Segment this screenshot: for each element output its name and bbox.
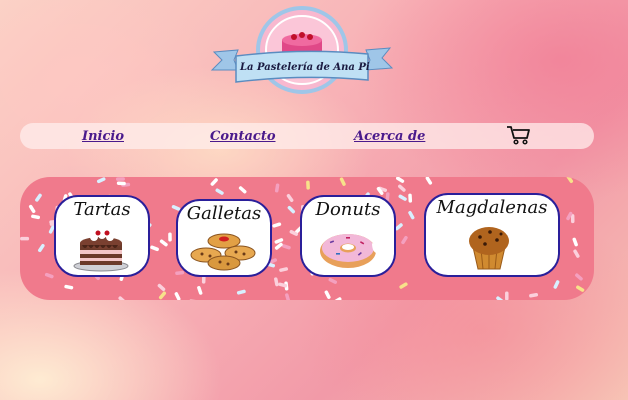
- sprinkle: [115, 177, 125, 181]
- sprinkle: [157, 283, 166, 292]
- logo-title: La Pastelería de Ana Pi: [240, 62, 370, 73]
- sprinkle: [274, 183, 280, 193]
- logo-graphic: [210, 6, 394, 94]
- sprinkle: [573, 249, 580, 258]
- sprinkle: [408, 193, 413, 203]
- nav-link-contacto[interactable]: Contacto: [210, 129, 276, 144]
- sprinkle: [274, 238, 284, 244]
- sprinkle: [408, 210, 415, 220]
- categories-panel: Tartas Galletas Donuts Magdalenas: [20, 177, 594, 300]
- sprinkle: [496, 296, 505, 300]
- sprinkle: [28, 204, 36, 214]
- sprinkle: [272, 222, 282, 228]
- muffin-icon: [469, 227, 509, 270]
- category-label-magdalenas: Magdalenas: [436, 197, 548, 218]
- site-logo[interactable]: La Pastelería de Ana Pi: [208, 4, 396, 96]
- sprinkle: [505, 291, 509, 300]
- sprinkle: [210, 178, 218, 186]
- sprinkle: [31, 214, 41, 220]
- sprinkle: [324, 290, 331, 299]
- sprinkle: [175, 270, 185, 275]
- sprinkle: [328, 277, 338, 284]
- nav-link-acerca-de[interactable]: Acerca de: [354, 129, 425, 144]
- sprinkle: [399, 282, 408, 289]
- category-card-magdalenas[interactable]: Magdalenas: [424, 193, 560, 277]
- sprinkle: [236, 289, 246, 295]
- main-navbar: Inicio Contacto Acerca de: [20, 123, 594, 149]
- category-card-galletas[interactable]: Galletas: [176, 199, 272, 277]
- sprinkle: [96, 177, 106, 184]
- sprinkle: [20, 236, 30, 241]
- sprinkle: [425, 177, 433, 185]
- sprinkle: [238, 186, 247, 194]
- sprinkle: [116, 181, 126, 186]
- category-card-donuts[interactable]: Donuts: [300, 195, 396, 277]
- sprinkle: [215, 188, 224, 195]
- sprinkle: [197, 285, 203, 295]
- sprinkle: [158, 291, 167, 300]
- cake-icon: [73, 230, 129, 272]
- category-label-donuts: Donuts: [315, 199, 381, 220]
- sprinkle: [339, 177, 346, 186]
- sprinkle: [575, 273, 583, 281]
- sprinkle: [159, 239, 168, 247]
- sprinkle: [401, 235, 408, 245]
- sprinkle: [398, 194, 407, 201]
- sprinkle: [64, 284, 74, 290]
- sprinkle: [168, 232, 172, 242]
- sprinkle: [529, 293, 539, 298]
- sprinkle: [281, 244, 291, 250]
- nav-link-inicio[interactable]: Inicio: [82, 129, 124, 144]
- sprinkle: [572, 237, 578, 247]
- sprinkle: [566, 177, 574, 184]
- sprinkle: [274, 277, 279, 287]
- sprinkle: [398, 184, 406, 192]
- sprinkle: [279, 267, 289, 272]
- category-label-tartas: Tartas: [73, 199, 131, 220]
- sprinkle: [174, 292, 181, 300]
- sprinkle: [576, 285, 585, 292]
- sprinkle: [286, 193, 294, 203]
- sprinkle: [553, 280, 560, 289]
- sprinkle: [22, 295, 31, 300]
- category-card-tartas[interactable]: Tartas: [54, 195, 150, 277]
- sprinkle: [396, 177, 405, 183]
- sprinkle: [287, 205, 296, 214]
- shopping-cart-icon[interactable]: [506, 124, 532, 146]
- sprinkle: [150, 245, 159, 252]
- cookies-icon: [190, 233, 256, 271]
- sprinkle: [118, 296, 127, 300]
- category-label-galletas: Galletas: [186, 203, 262, 224]
- sprinkle: [38, 243, 45, 253]
- sprinkle: [285, 293, 291, 300]
- donut-icon: [320, 234, 377, 268]
- sprinkle: [306, 180, 310, 190]
- sprinkle: [35, 193, 42, 202]
- sprinkle: [44, 272, 54, 279]
- sprinkle: [333, 297, 342, 300]
